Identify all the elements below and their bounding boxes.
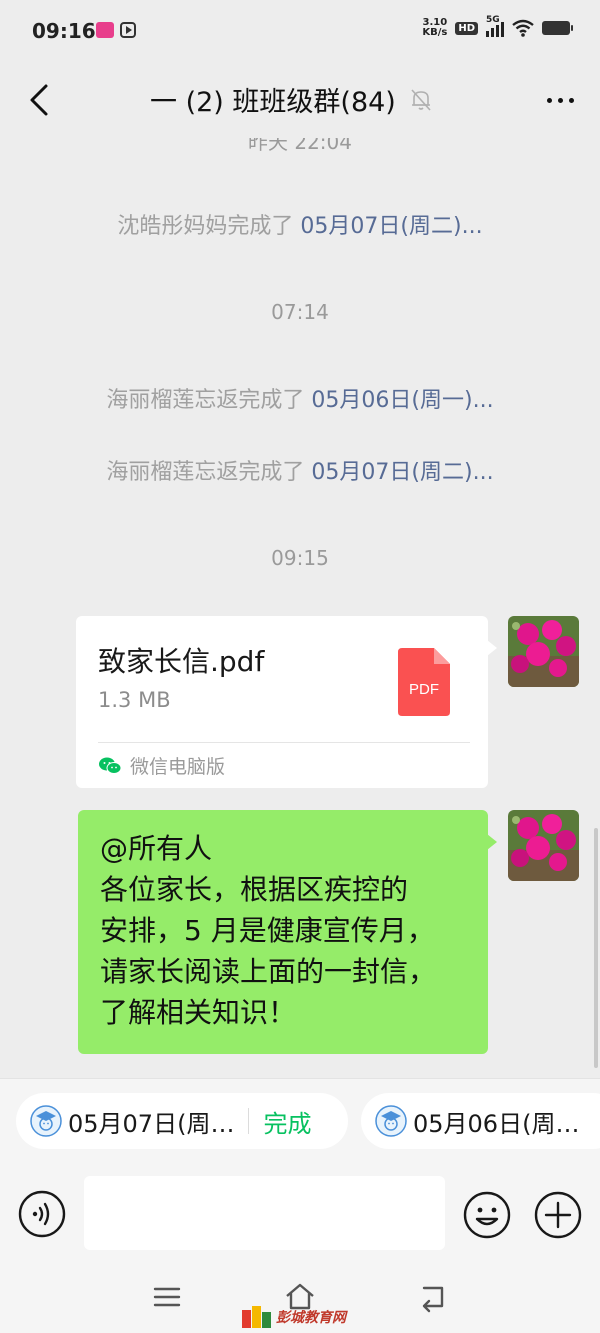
system-message-text: 海丽榴莲忘返完成了: [106, 388, 312, 413]
more-dot-icon: [546, 97, 552, 103]
task-chip[interactable]: 05月06日(周…: [361, 1093, 600, 1149]
mute-bell-icon: [411, 88, 431, 111]
video-notification-icon: [120, 22, 136, 38]
back-button[interactable]: [18, 78, 62, 122]
network-type-label: 5G: [486, 15, 500, 25]
status-indicators: 3.10 KB/s HD 5G: [422, 15, 573, 38]
task-link[interactable]: 05月06日(周一)...: [311, 388, 493, 413]
flower-avatar-image: [508, 616, 579, 687]
wechat-icon: [99, 757, 122, 774]
app-notification-icon: [96, 22, 114, 38]
message-line: @所有人: [100, 832, 213, 865]
battery-icon: [542, 21, 573, 35]
student-cap-icon: [30, 1105, 62, 1137]
chat-title-group: 一 (2) 班班级群(84): [150, 80, 434, 119]
net-speed: 3.10 KB/s: [422, 18, 447, 38]
system-message: 沈皓彤妈妈完成了 05月07日(周二)...: [0, 208, 600, 240]
chat-header: 一 (2) 班班级群(84): [0, 62, 600, 138]
scrollbar[interactable]: [594, 828, 598, 1068]
divider: [98, 742, 470, 743]
pdf-icon-label: PDF: [409, 681, 439, 698]
system-message-text: 沈皓彤妈妈完成了: [117, 214, 301, 239]
student-cap-icon: [375, 1105, 407, 1137]
message-line: 安排，5 月是健康宣传月，: [100, 914, 435, 947]
message-line: 请家长阅读上面的一封信，: [100, 955, 437, 988]
emoji-button[interactable]: [462, 1190, 512, 1240]
pdf-file-icon: PDF: [398, 648, 450, 716]
more-dot-icon: [568, 97, 574, 103]
hd-icon: HD: [455, 21, 478, 35]
net-speed-unit: KB/s: [422, 27, 448, 38]
timestamp: 07:14: [271, 300, 329, 324]
message-line: 各位家长，根据区疾控的: [100, 873, 409, 906]
more-dot-icon: [557, 97, 563, 103]
status-time: 09:16: [32, 19, 96, 43]
task-link[interactable]: 05月07日(周二)...: [300, 214, 482, 239]
flower-avatar-image: [508, 810, 579, 881]
task-chip-bar: 05月07日(周… 完成 05月06日(周…: [0, 1078, 600, 1165]
wifi-icon: [512, 19, 534, 37]
task-chip-label: 05月06日(周…: [413, 1109, 580, 1138]
voice-input-button[interactable]: [18, 1190, 66, 1238]
file-message[interactable]: 致家长信.pdf 1.3 MB PDF 微信电脑版: [76, 616, 497, 788]
menu-nav-button[interactable]: [150, 1280, 184, 1314]
watermark-logo: 彭城教育网: [242, 1306, 346, 1328]
timestamp: 昨天 22:04: [248, 138, 352, 154]
system-message: 海丽榴莲忘返完成了 05月06日(周一)...: [0, 382, 600, 414]
file-name: 致家长信.pdf: [98, 645, 265, 678]
more-options-button[interactable]: [538, 78, 582, 122]
chat-title: 一 (2) 班班级群(84): [150, 87, 396, 118]
divider: [248, 1108, 250, 1134]
message-input[interactable]: [84, 1176, 445, 1250]
status-bar: 09:16 3.10 KB/s HD 5G: [0, 0, 600, 62]
cellular-signal-icon: 5G: [486, 15, 504, 37]
file-source-label: 微信电脑版: [130, 756, 226, 778]
system-message: 海丽榴莲忘返完成了 05月07日(周二)...: [0, 454, 600, 486]
message-line: 了解相关知识！: [100, 996, 297, 1029]
task-chip-label: 05月07日(周…: [68, 1109, 235, 1138]
timestamp: 09:15: [271, 546, 329, 570]
input-bar: [0, 1164, 600, 1264]
complete-button[interactable]: 完成: [263, 1104, 311, 1139]
more-functions-button[interactable]: [533, 1190, 583, 1240]
text-message[interactable]: @所有人 各位家长，根据区疾控的 安排，5 月是健康宣传月， 请家长阅读上面的一…: [78, 810, 497, 1054]
file-source: 微信电脑版: [98, 752, 225, 779]
system-message-text: 海丽榴莲忘返完成了: [106, 460, 312, 485]
task-link[interactable]: 05月07日(周二)...: [311, 460, 493, 485]
avatar[interactable]: [508, 810, 579, 881]
message-list[interactable]: 昨天 22:04 沈皓彤妈妈完成了 05月07日(周二)... 07:14 海丽…: [0, 138, 600, 1078]
task-chip[interactable]: 05月07日(周… 完成: [16, 1093, 348, 1149]
back-nav-button[interactable]: [416, 1280, 450, 1314]
avatar[interactable]: [508, 616, 579, 687]
system-nav-bar: 彭城教育网: [0, 1264, 600, 1333]
books-logo-icon: [242, 1306, 271, 1328]
watermark-text: 彭城教育网: [276, 1310, 346, 1326]
file-size: 1.3 MB: [98, 688, 171, 712]
status-notification-icons: [96, 22, 136, 38]
